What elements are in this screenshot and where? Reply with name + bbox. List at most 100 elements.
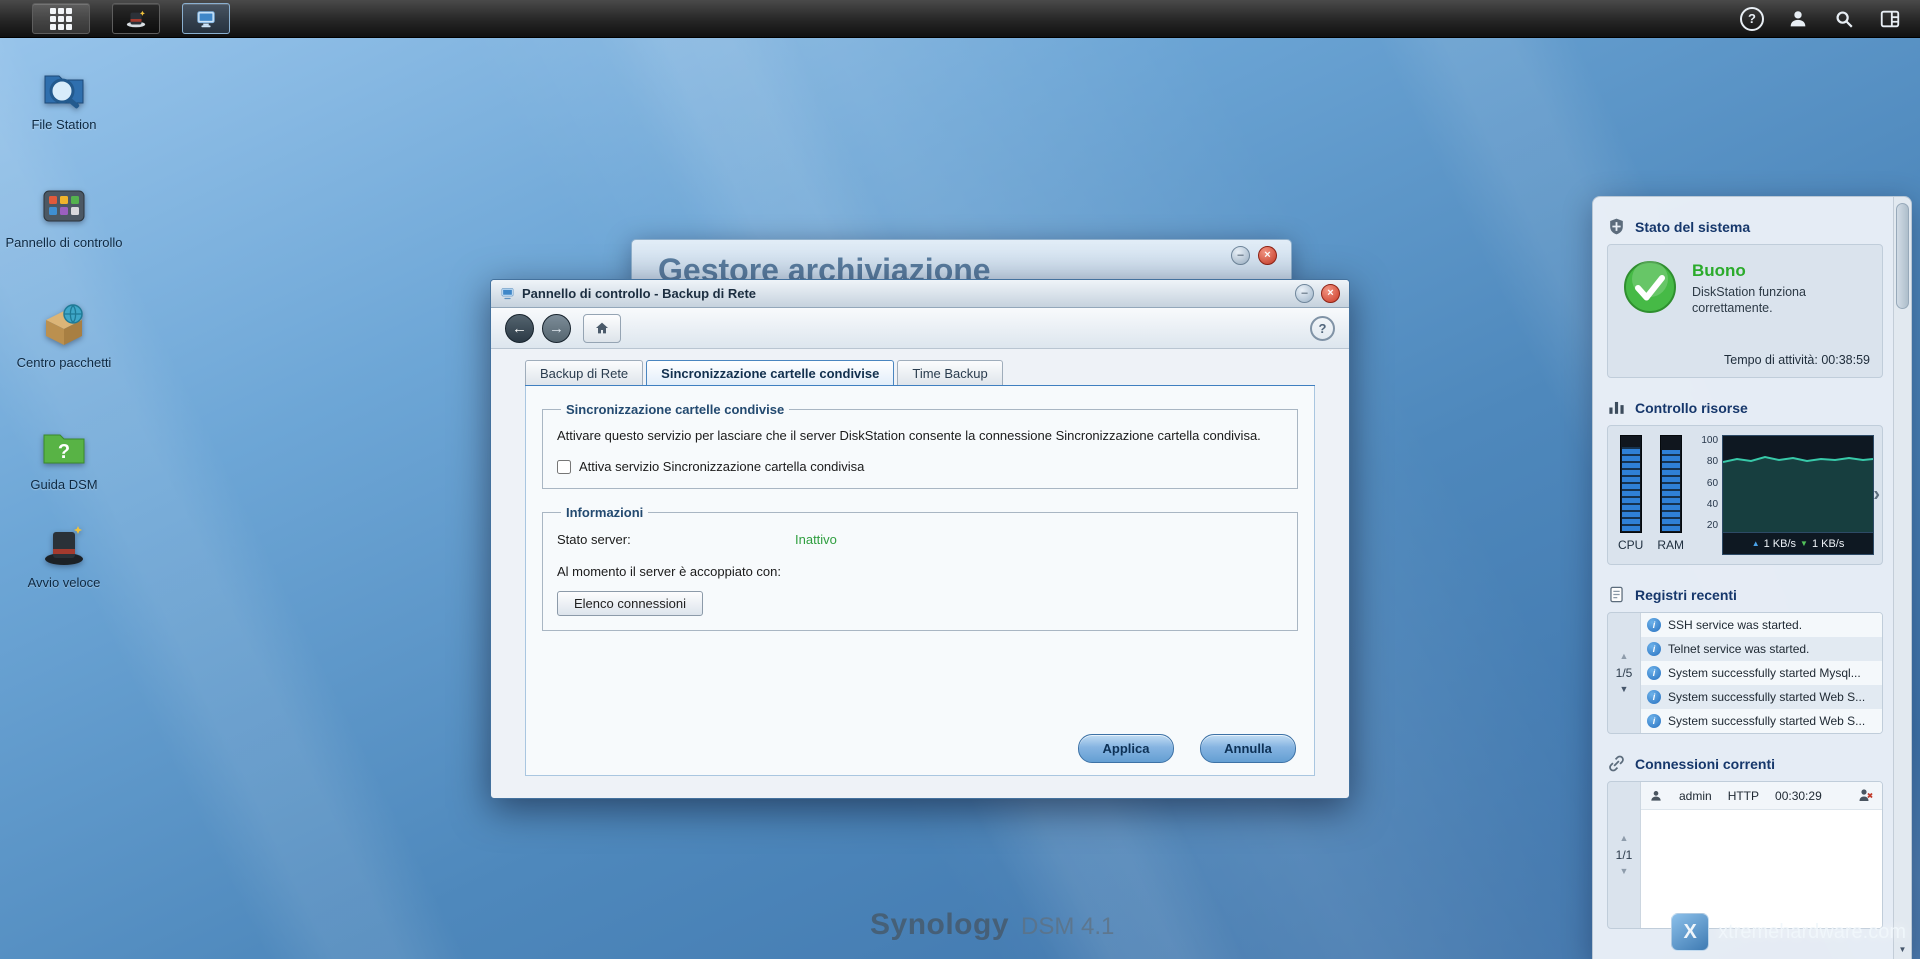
pilot-view-panel: Stato del sistema Buono DiskStation funz…	[1592, 196, 1912, 959]
minimize-button[interactable]: –	[1295, 284, 1314, 303]
desktop-icon-control-panel[interactable]: Pannello di controllo	[4, 182, 124, 251]
sidebar-scrollbar[interactable]: ▼	[1893, 197, 1911, 959]
log-row: i SSH service was started.	[1641, 613, 1882, 637]
logs-pager: ▲ 1/5 ▼	[1608, 613, 1640, 733]
user-menu-button[interactable]	[1786, 7, 1810, 31]
synology-logo-text: Synology	[870, 908, 1010, 941]
kick-connection-icon[interactable]	[1858, 788, 1874, 804]
window-title: Pannello di controllo - Backup di Rete	[522, 286, 757, 301]
upload-speed: 1 KB/s	[1763, 537, 1797, 550]
forward-button[interactable]: →	[542, 313, 571, 343]
resource-monitor-widget: CPU RAM 100 80 60 40 20 ▲ 1 KB/s ▼ 1 KB/…	[1607, 425, 1883, 565]
magic-hat-icon	[126, 10, 146, 27]
pager-down-icon[interactable]: ▼	[1620, 867, 1629, 876]
desktop-icon-label: Guida DSM	[30, 477, 98, 492]
apps-grid-icon	[50, 7, 72, 30]
download-speed: 1 KB/s	[1811, 537, 1845, 550]
ram-label: RAM	[1657, 538, 1685, 552]
server-status-value: Inattivo	[795, 532, 837, 548]
scrollbar-thumb[interactable]	[1896, 203, 1909, 309]
logs-page-indicator: 1/5	[1615, 666, 1633, 680]
pager-down-icon[interactable]: ▼	[1620, 685, 1629, 694]
dsm-watermark: Synology DSM 4.1	[870, 908, 1114, 942]
system-status-widget: Buono DiskStation funziona correttamente…	[1607, 244, 1883, 378]
widget-panel-button[interactable]	[1878, 7, 1902, 31]
site-logo-icon: X	[1671, 913, 1710, 951]
cpu-label: CPU	[1618, 538, 1644, 552]
quick-start-icon	[45, 526, 83, 565]
search-button[interactable]	[1832, 7, 1856, 31]
taskbar-app-quick-start[interactable]	[112, 3, 160, 34]
resource-monitor-icon	[1609, 401, 1624, 414]
info-icon: i	[1647, 666, 1661, 680]
dsm-version-text: DSM 4.1	[1021, 913, 1115, 940]
desktop-icon-dsm-help[interactable]: ? Guida DSM	[4, 424, 124, 493]
control-panel-icon	[43, 190, 85, 222]
desktop: ? File Station Pannello di controllo Cen…	[0, 0, 1920, 959]
connections-page-indicator: 1/1	[1615, 848, 1633, 862]
user-icon	[1790, 10, 1806, 26]
recent-logs-title: Registri recenti	[1635, 586, 1737, 603]
tab-network-backup[interactable]: Backup di Rete	[525, 360, 644, 385]
pager-up-icon[interactable]: ▲	[1620, 834, 1629, 843]
home-button[interactable]	[583, 313, 621, 343]
server-status-label: Stato server:	[557, 532, 631, 548]
main-menu-button[interactable]	[32, 3, 90, 34]
monitor-icon	[197, 10, 215, 27]
back-button[interactable]: ←	[505, 313, 534, 343]
system-help-button[interactable]: ?	[1740, 6, 1764, 31]
desktop-icon-label: File Station	[31, 117, 97, 132]
sync-description: Attivare questo servizio per lasciare ch…	[557, 428, 1261, 443]
system-status-title: Stato del sistema	[1635, 218, 1751, 235]
connections-icon	[1609, 755, 1624, 772]
apply-button[interactable]: Applica	[1078, 734, 1174, 763]
info-icon: i	[1647, 618, 1661, 632]
upload-icon: ▲	[1751, 539, 1760, 548]
cancel-button[interactable]: Annulla	[1200, 734, 1296, 763]
expand-chevron-icon[interactable]: ›	[1873, 484, 1880, 507]
info-fieldset: Informazioni Stato server: Inattivo Al m…	[542, 505, 1298, 631]
window-toolbar: ← → ?	[491, 308, 1349, 349]
window-titlebar[interactable]: Pannello di controllo - Backup di Rete –…	[491, 280, 1349, 308]
home-icon	[596, 322, 608, 334]
desktop-icon-label: Pannello di controllo	[5, 235, 123, 250]
connection-duration: 00:30:29	[1775, 788, 1822, 803]
minimize-button[interactable]: –	[1231, 246, 1250, 265]
info-icon: i	[1647, 642, 1661, 656]
widget-panel-icon	[1880, 10, 1900, 27]
svg-text:?: ?	[58, 441, 70, 463]
pager-up-icon[interactable]: ▲	[1620, 652, 1629, 661]
desktop-icon-label: Centro pacchetti	[16, 355, 112, 370]
control-panel-window: Pannello di controllo - Backup di Rete –…	[490, 279, 1350, 799]
current-connections-title: Connessioni correnti	[1635, 755, 1776, 772]
system-status-value: Buono	[1692, 261, 1746, 280]
close-button[interactable]: ×	[1258, 246, 1277, 265]
user-icon	[1651, 790, 1661, 801]
info-icon: i	[1647, 714, 1661, 728]
connection-row: admin HTTP 00:30:29	[1641, 782, 1882, 810]
sync-legend: Sincronizzazione cartelle condivise	[566, 402, 785, 417]
paired-label: Al momento il server è accoppiato con:	[557, 564, 781, 580]
window-help-button[interactable]: ?	[1310, 315, 1335, 341]
status-ok-icon	[1624, 261, 1676, 313]
desktop-icon-quick-start[interactable]: Avvio veloce	[4, 522, 124, 591]
package-center-icon	[46, 304, 83, 345]
tab-time-backup[interactable]: Time Backup	[897, 360, 1003, 385]
taskbar-app-control-panel[interactable]	[182, 3, 230, 34]
network-speed: ▲ 1 KB/s ▼ 1 KB/s	[1722, 533, 1875, 555]
desktop-icon-package-center[interactable]: Centro pacchetti	[4, 302, 124, 371]
taskbar-right-icons: ?	[1740, 0, 1902, 37]
close-button[interactable]: ×	[1321, 284, 1340, 303]
network-graph	[1722, 435, 1875, 533]
connection-protocol: HTTP	[1727, 788, 1760, 803]
info-legend: Informazioni	[566, 505, 644, 521]
connection-user: admin	[1679, 788, 1712, 803]
connections-empty-area	[1641, 810, 1882, 928]
ram-meter	[1659, 435, 1682, 533]
desktop-icon-file-station[interactable]: File Station	[4, 64, 124, 133]
sync-fieldset: Sincronizzazione cartelle condivise Atti…	[542, 402, 1298, 490]
graph-y-axis: 100 80 60 40 20	[1701, 435, 1719, 531]
tab-shared-folder-sync[interactable]: Sincronizzazione cartelle condivise	[646, 360, 895, 385]
connection-list-button[interactable]: Elenco connessioni	[557, 590, 704, 616]
enable-sync-checkbox[interactable]	[557, 459, 571, 474]
